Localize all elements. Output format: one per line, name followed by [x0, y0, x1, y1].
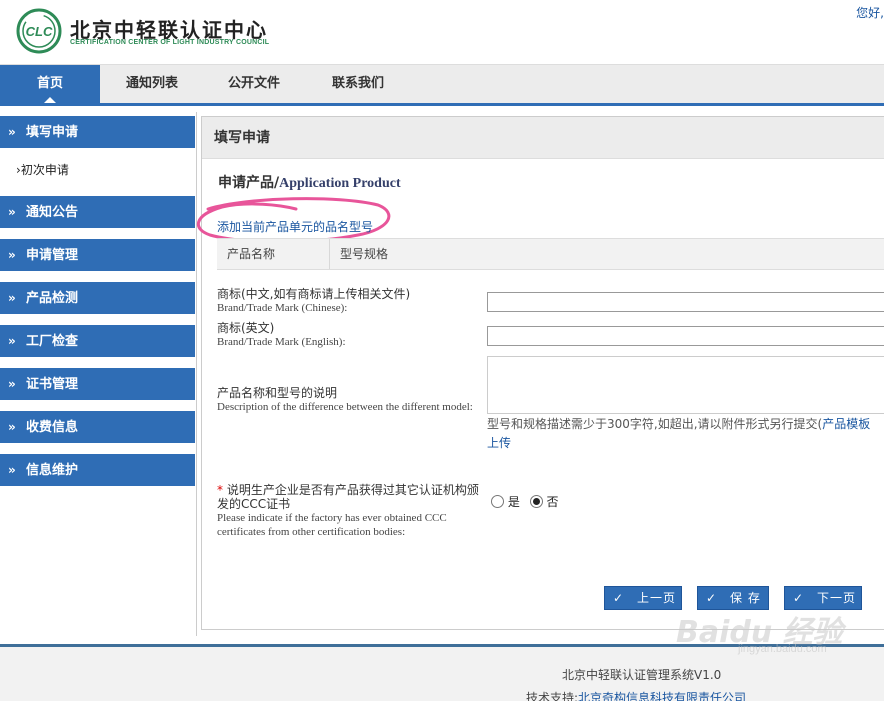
footer-support-label: 技术支持: — [526, 691, 579, 701]
double-chevron-icon: » — [8, 248, 16, 262]
nav-item-home[interactable]: 首页 — [0, 65, 100, 103]
radio-yes[interactable] — [491, 495, 504, 508]
sidebar-item-info-maintenance[interactable]: » 信息维护 — [0, 454, 195, 486]
product-table-header: 产品名称 型号规格 — [217, 238, 884, 270]
panel-title: 填写申请 — [202, 117, 884, 159]
footer-support-company-link[interactable]: 北京奇构信息科技有限责任公司 — [578, 691, 746, 701]
sidebar: » 填写申请 ›初次申请 » 通知公告 » 申请管理 » 产品检测 » 工厂检查 » 证书管… — [0, 112, 197, 636]
prev-page-button[interactable]: ✓ 上一页 — [604, 586, 682, 610]
sidebar-item-certificate-management[interactable]: » 证书管理 — [0, 368, 195, 400]
radio-no-label: 否 — [546, 495, 559, 509]
column-header-product-name: 产品名称 — [227, 247, 276, 261]
sidebar-item-application-management[interactable]: » 申请管理 — [0, 239, 195, 271]
sidebar-item-fee-info[interactable]: » 收费信息 — [0, 411, 195, 443]
nav-item-contact[interactable]: 联系我们 — [310, 65, 406, 103]
ccc-question-cn: 说明生产企业是否有产品获得过其它认证机构颁发的CCC证书 — [217, 483, 479, 511]
radio-no[interactable] — [529, 495, 543, 508]
description-label-en: Description of the difference between th… — [217, 401, 473, 413]
sidebar-item-label: 填写申请 — [26, 125, 79, 140]
description-hint: 型号和规格描述需少于300字符,如超出,请以附件形式另行提交(产品模板 — [487, 414, 884, 434]
user-greeting[interactable]: 您好, — [856, 4, 884, 21]
nav-item-notices[interactable]: 通知列表 — [104, 65, 200, 103]
double-chevron-icon: » — [8, 420, 16, 434]
ccc-radio-group: 是 否 — [491, 493, 559, 510]
page-header: CLC 北京中轻联认证中心 CERTIFICATION CENTER OF LI… — [0, 0, 884, 64]
double-chevron-icon: » — [8, 291, 16, 305]
ccc-question-label: * 说明生产企业是否有产品获得过其它认证机构颁发的CCC证书 Please in… — [217, 483, 482, 539]
sidebar-item-fill-application[interactable]: » 填写申请 — [0, 116, 195, 148]
double-chevron-icon: » — [8, 205, 16, 219]
radio-yes-label: 是 — [507, 495, 520, 509]
brand-cn-input[interactable] — [487, 292, 884, 312]
sidebar-item-label: 工厂检查 — [26, 334, 79, 349]
double-chevron-icon: » — [8, 463, 16, 477]
double-chevron-icon: » — [8, 125, 16, 139]
prev-page-label: 上一页 — [637, 591, 677, 605]
footer-system-name: 北京中轻联认证管理系统V1.0 — [562, 668, 722, 682]
brand-cn-label-text: 商标(中文,如有商标请上传相关文件) — [217, 287, 411, 301]
svg-text:CLC: CLC — [26, 24, 53, 39]
description-label: 产品名称和型号的说明 Description of the difference… — [217, 386, 477, 414]
add-product-model-link[interactable]: 添加当前产品单元的品名型号 — [217, 218, 373, 235]
sidebar-item-label: 证书管理 — [26, 377, 79, 392]
sidebar-item-product-testing[interactable]: » 产品检测 — [0, 282, 195, 314]
application-form-panel: 填写申请 申请产品/Application Product 添加当前产品单元的品… — [197, 116, 884, 630]
brand-cn-label-en: Brand/Trade Mark (Chinese): — [217, 302, 348, 314]
sidebar-item-label: 产品检测 — [26, 291, 79, 306]
clc-logo-icon: CLC — [16, 8, 62, 54]
upload-link[interactable]: 上传 — [487, 434, 511, 451]
section-title: 申请产品/Application Product — [218, 172, 401, 192]
sidebar-subitem-label: 初次申请 — [20, 163, 69, 177]
nav-underline — [0, 103, 884, 106]
section-title-en: Application Product — [279, 176, 401, 191]
description-hint-text: 型号和规格描述需少于300字符,如超出,请以附件形式另行提交( — [487, 417, 823, 431]
brand-en-input[interactable] — [487, 326, 884, 346]
brand-en-label-text: 商标(英文) — [217, 321, 275, 335]
section-title-cn: 申请产品/ — [218, 175, 280, 191]
double-chevron-icon: » — [8, 334, 16, 348]
sidebar-item-label: 收费信息 — [26, 420, 79, 435]
check-icon: ✓ — [613, 591, 624, 605]
required-star: * — [217, 483, 223, 497]
sidebar-item-label: 信息维护 — [26, 463, 79, 478]
main-nav: 首页 通知列表 公开文件 联系我们 — [0, 64, 884, 104]
sidebar-item-factory-inspection[interactable]: » 工厂检查 — [0, 325, 195, 357]
column-header-model-spec: 型号规格 — [329, 239, 884, 269]
footer-support: 技术支持:北京奇构信息科技有限责任公司 — [526, 689, 746, 701]
sidebar-item-label: 申请管理 — [26, 248, 79, 263]
double-chevron-icon: » — [8, 377, 16, 391]
watermark-url: jingyan.baidu.com — [738, 643, 827, 655]
sidebar-item-label: 通知公告 — [26, 205, 79, 220]
brand-en-label: 商标(英文) Brand/Trade Mark (English): — [217, 321, 346, 349]
sidebar-item-announcements[interactable]: » 通知公告 — [0, 196, 195, 228]
description-label-text: 产品名称和型号的说明 — [217, 386, 338, 400]
nav-item-public-files[interactable]: 公开文件 — [206, 65, 302, 103]
description-textarea[interactable] — [487, 356, 884, 414]
brand-en-label-en: Brand/Trade Mark (English): — [217, 336, 346, 348]
product-template-link[interactable]: 产品模板 — [822, 417, 870, 431]
baidu-watermark: Baidu 经验 jingyan.baidu.com — [676, 603, 876, 663]
brand-cn-label: 商标(中文,如有商标请上传相关文件) Brand/Trade Mark (Chi… — [217, 287, 410, 315]
sidebar-subitem-initial-application[interactable]: ›初次申请 — [0, 148, 195, 192]
logo-title-en: CERTIFICATION CENTER OF LIGHT INDUSTRY C… — [70, 39, 270, 46]
ccc-question-en: Please indicate if the factory has ever … — [217, 512, 447, 538]
